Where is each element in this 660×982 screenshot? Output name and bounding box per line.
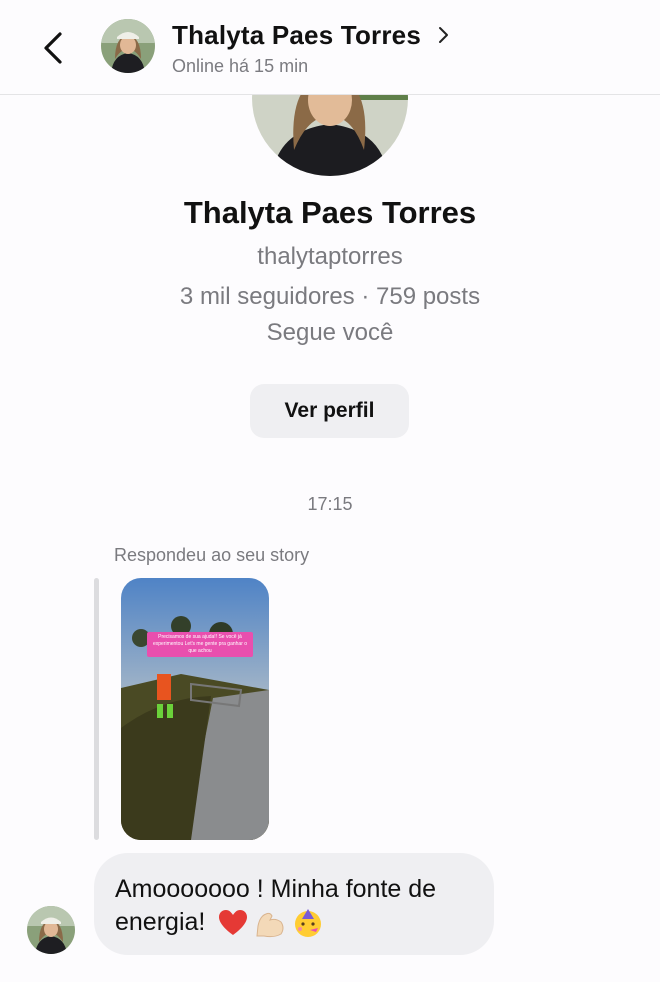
message-emojis bbox=[218, 907, 324, 939]
view-profile-button[interactable]: Ver perfil bbox=[250, 384, 409, 438]
profile-stats: 3 mil seguidores · 759 posts bbox=[179, 283, 481, 310]
profile-username: thalytaptorres bbox=[257, 243, 403, 270]
partying-face-icon bbox=[295, 909, 322, 938]
online-status: Online há 15 min bbox=[172, 56, 309, 76]
story-thumbnail[interactable]: Precisamos de sua ajuda!! Se você já exp… bbox=[121, 578, 269, 840]
chevron-left-icon bbox=[44, 32, 62, 64]
header-contact-name[interactable]: Thalyta Paes Torres bbox=[172, 20, 421, 51]
chevron-right-icon[interactable] bbox=[436, 22, 452, 48]
chat-header: Thalyta Paes Torres Online há 15 min bbox=[0, 0, 660, 95]
story-overlay-text: Precisamos de sua ajuda!! Se você já exp… bbox=[147, 632, 253, 657]
message-timestamp: 17:15 bbox=[307, 494, 353, 514]
red-heart-icon bbox=[219, 910, 248, 936]
back-button[interactable] bbox=[36, 26, 70, 70]
reply-indicator-bar bbox=[94, 578, 99, 840]
profile-name: Thalyta Paes Torres bbox=[183, 195, 477, 230]
message-bubble[interactable]: Amooooooo ! Minha fonte de energia! bbox=[94, 853, 494, 955]
follows-you-label: Segue você bbox=[266, 319, 394, 346]
flexed-biceps-icon bbox=[256, 913, 284, 938]
message-avatar[interactable] bbox=[27, 906, 75, 954]
story-image bbox=[121, 578, 269, 840]
header-avatar[interactable] bbox=[101, 19, 155, 73]
story-reply-label: Respondeu ao seu story bbox=[114, 545, 310, 565]
